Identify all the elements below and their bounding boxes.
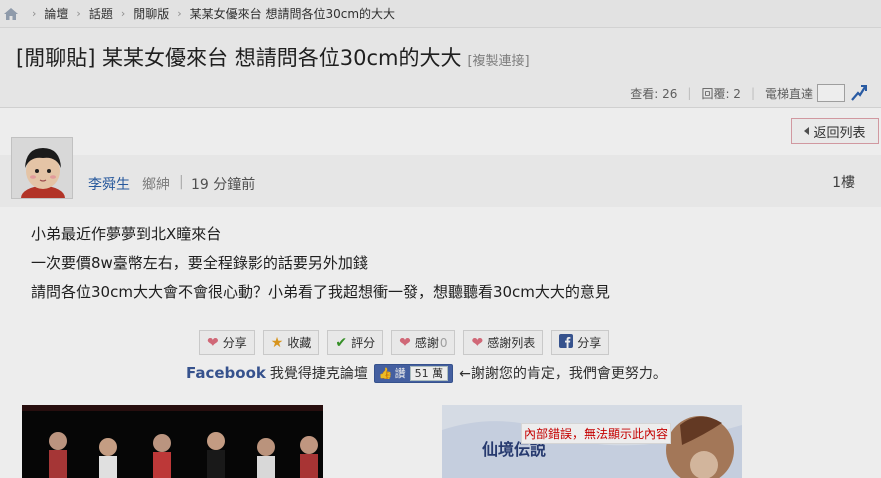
facebook-like-line: Facebook 我覺得捷克論壇 👍 讚 51 萬 ←謝謝您的肯定，我們會更努力… [186,363,667,383]
favorite-button[interactable]: ★ 收藏 [262,330,320,355]
post-line: 小弟最近作夢夢到北X瞳來台 [31,225,222,243]
facebook-thanks-text: ←謝謝您的肯定，我們會更努力。 [459,366,667,382]
breadcrumb-separator: › [177,7,182,20]
facebook-brand: Facebook [186,364,266,382]
star-icon: ★ [270,334,284,351]
post-meta-separator: | [179,174,184,190]
post-author[interactable]: 李舜生 [88,174,130,194]
jump-go-icon[interactable] [849,84,867,102]
view-count: 查看: 26 [630,86,678,101]
floor-jump-input[interactable] [817,84,845,102]
post-actions: ❤ 分享 ★ 收藏 ✔ 評分 ❤ 感謝 0 ❤ 感謝列表 分享 [199,330,617,355]
thread-title-text: [閒聊貼] 某某女優來台 想請問各位30cm的大大 [16,46,462,70]
thread-header: [閒聊貼] 某某女優來台 想請問各位30cm的大大 [複製連接] 查看: 26 |… [0,28,881,108]
share-label: 分享 [222,336,247,350]
breadcrumb-separator: › [76,7,81,20]
post-floor[interactable]: 1樓 [832,172,855,192]
post-line: 請問各位30cm大大會不會很心動？小弟看了我超想衝一發，想聽聽看30cm大大的意… [31,283,610,301]
breadcrumb-forum[interactable]: 論壇 [44,5,68,22]
post-line: 一次要價8w臺幣左右，要全程錄影的話要另外加錢 [31,254,368,272]
ad-error-message: 內部錯誤，無法顯示此內容 [521,423,672,444]
breadcrumb-topics[interactable]: 話題 [89,5,113,22]
heart-icon: ❤ [207,334,219,351]
thanks-label: 感謝 [414,336,439,350]
breadcrumb-separator: › [32,7,37,20]
checkmark-icon: ✔ [335,334,348,351]
breadcrumb: › 論壇 › 話題 › 閒聊版 › 某某女優來台 想請問各位30cm的大大 [0,0,881,28]
ad-banner-left[interactable] [22,405,323,478]
thanks-list-label: 感謝列表 [487,336,536,350]
breadcrumb-separator: › [120,7,126,20]
like-label: 讚 [394,367,406,380]
reply-count: 回覆: 2 [701,86,741,101]
post-time: 19 分鐘前 [191,177,256,193]
stats-separator: | [687,86,692,100]
breadcrumb-current-thread: 某某女優來台 想請問各位30cm的大大 [189,7,396,21]
avatar[interactable] [11,137,73,199]
thread-stats: 查看: 26 | 回覆: 2 | 電梯直達 [630,84,867,102]
facebook-like-button[interactable]: 👍 讚 51 萬 [373,363,454,383]
share-button[interactable]: ❤ 分享 [199,330,255,355]
rate-label: 評分 [351,336,376,350]
jump-label: 電梯直達 [764,86,813,101]
home-icon[interactable] [4,7,18,20]
facebook-icon [559,334,574,351]
thread-title: [閒聊貼] 某某女優來台 想請問各位30cm的大大 [複製連接] [16,42,530,72]
thanks-count: 0 [439,335,448,350]
post-header [0,155,881,207]
heart-icon: ❤ [399,334,411,351]
copy-link[interactable]: [複製連接] [467,54,529,69]
thanks-list-button[interactable]: ❤ 感謝列表 [463,330,544,355]
stats-separator: | [750,86,755,100]
heart-icon: ❤ [471,334,484,351]
thanks-button[interactable]: ❤ 感謝 0 [391,330,456,355]
back-to-list-label: 返回列表 [813,125,866,141]
rate-button[interactable]: ✔ 評分 [327,330,384,355]
facebook-share-button[interactable]: 分享 [551,330,610,355]
facebook-share-label: 分享 [577,336,602,350]
back-to-list-button[interactable]: 返回列表 [791,118,879,144]
favorite-label: 收藏 [287,336,312,350]
facebook-text: 我覺得捷克論壇 [269,366,368,382]
breadcrumb-chat-board[interactable]: 閒聊版 [133,5,169,22]
like-count: 51 萬 [409,365,449,381]
author-rank: 鄉紳 [142,177,170,193]
thumbs-up-icon: 👍 [378,366,393,380]
arrow-left-icon [804,127,810,135]
post-content: 小弟最近作夢夢到北X瞳來台 一次要價8w臺幣左右，要全程錄影的話要另外加錢 請問… [31,220,610,307]
